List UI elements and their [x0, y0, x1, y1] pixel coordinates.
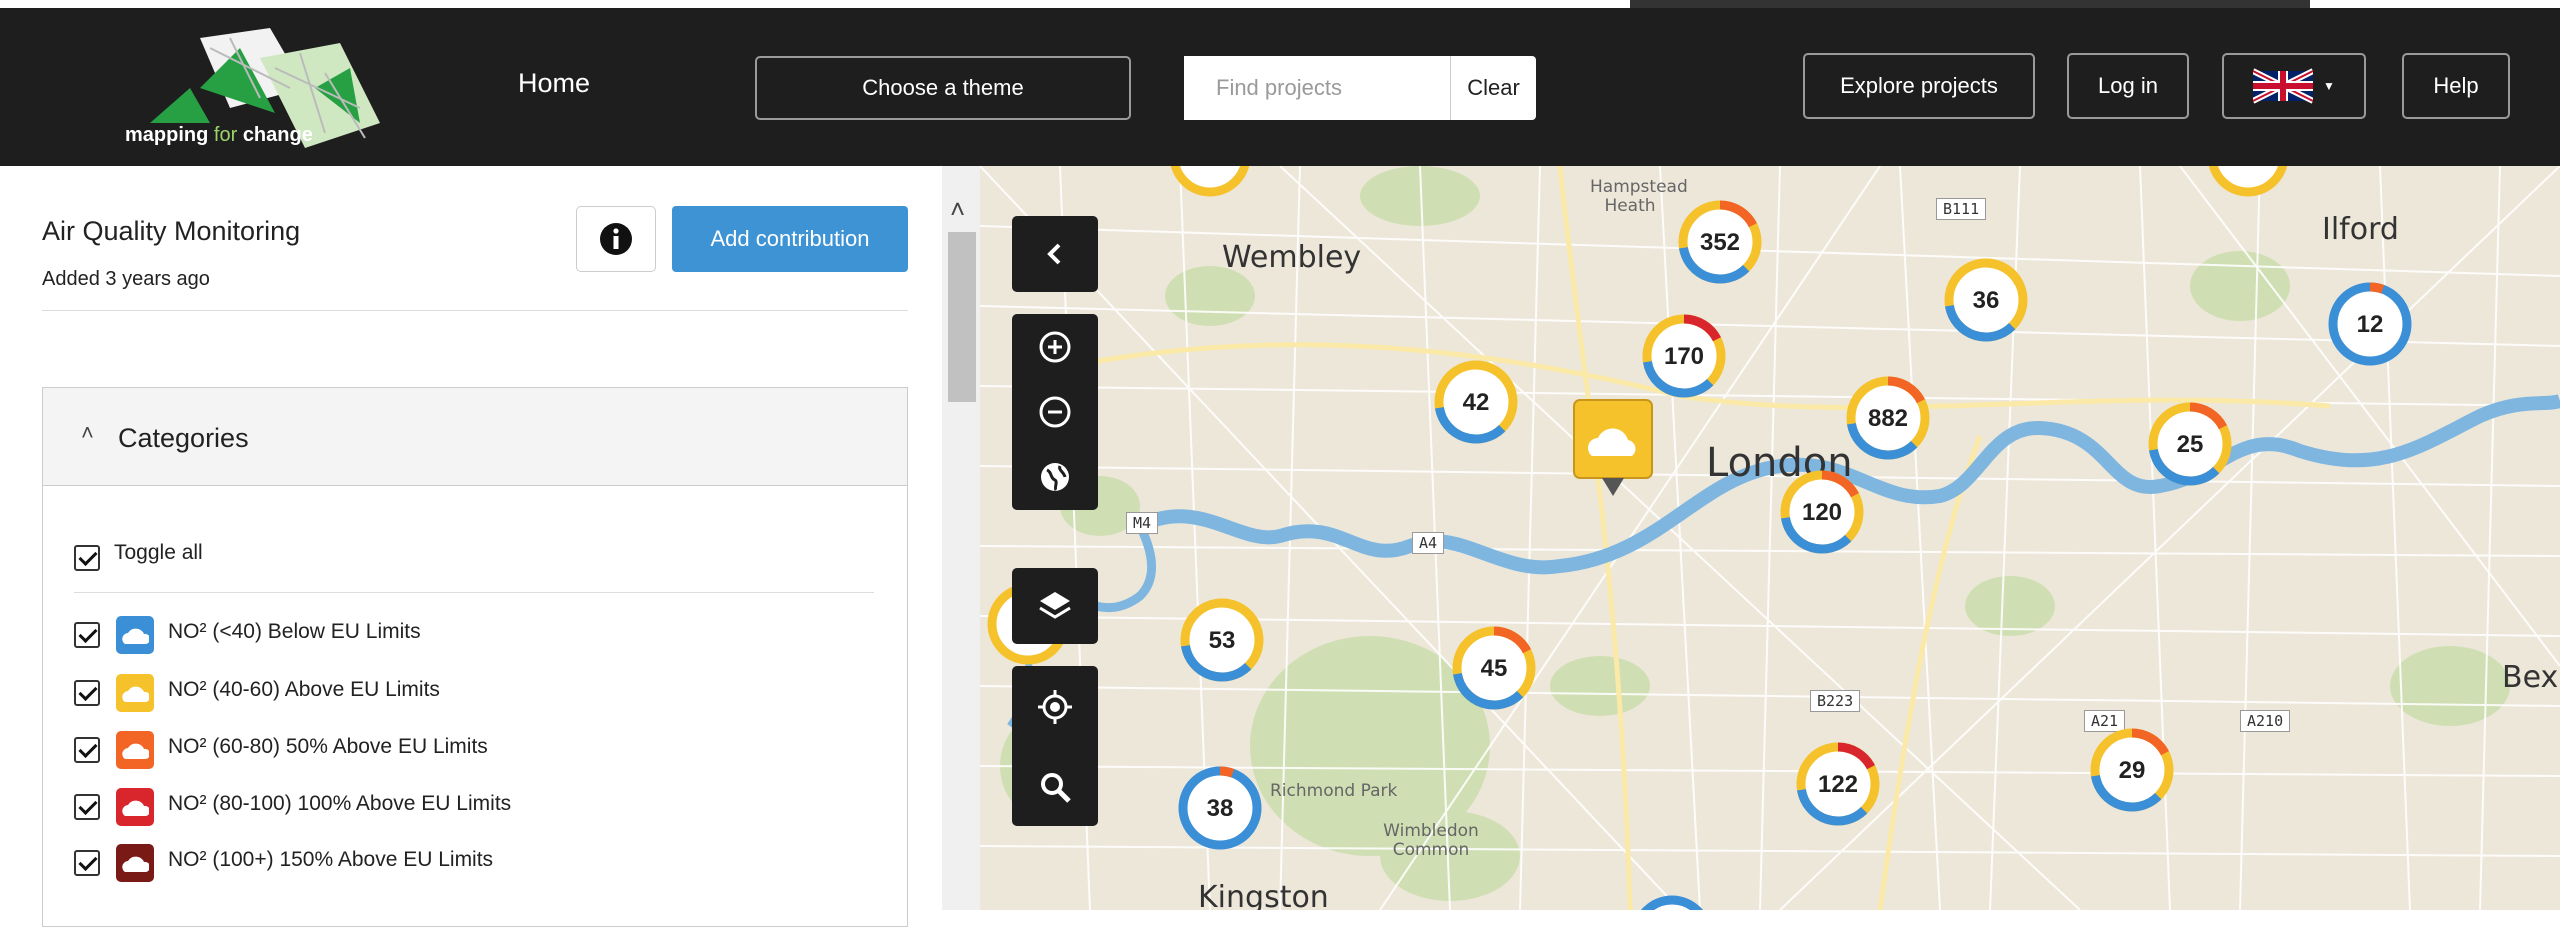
chevron-up-icon: ˄ — [81, 420, 94, 445]
category-cloud-icon — [116, 788, 154, 826]
logo-text-thin: for — [213, 124, 238, 146]
category-label: NO² (<40) Below EU Limits — [168, 620, 421, 643]
cluster-count: 882 — [1868, 405, 1908, 432]
category-label: NO² (40-60) Above EU Limits — [168, 678, 440, 701]
marker-cluster[interactable]: 122 — [1796, 742, 1880, 826]
logo-text-bold: mapping — [125, 124, 209, 146]
zoom-out-icon[interactable] — [1038, 395, 1072, 429]
marker-cluster[interactable]: 45 — [1452, 626, 1536, 710]
cluster-count: 25 — [2177, 431, 2204, 458]
cluster-count: 122 — [1818, 771, 1858, 798]
marker-cluster[interactable]: 170 — [1642, 314, 1726, 398]
home-link[interactable]: Home — [518, 68, 590, 99]
cluster-count: 53 — [1209, 627, 1236, 654]
category-checkbox[interactable] — [74, 622, 100, 648]
marker-cluster[interactable]: 12 — [2328, 282, 2412, 366]
globe-icon[interactable] — [1038, 460, 1072, 494]
divider — [42, 310, 908, 311]
zoom-in-icon[interactable] — [1038, 330, 1072, 364]
uk-flag-icon — [2253, 68, 2314, 104]
cluster-count: 12 — [2357, 311, 2384, 338]
categories-panel: ˄ Categories — [42, 387, 908, 927]
marker-cluster[interactable]: 882 — [1846, 376, 1930, 460]
marker-cluster[interactable]: 38 — [1178, 766, 1262, 850]
category-checkbox[interactable] — [74, 680, 100, 706]
login-button[interactable]: Log in — [2067, 53, 2189, 119]
help-button[interactable]: Help — [2402, 53, 2510, 119]
explore-projects-button[interactable]: Explore projects — [1803, 53, 2035, 119]
zoom-controls — [1012, 314, 1098, 510]
toggle-all-checkbox[interactable] — [74, 545, 100, 571]
caret-down-icon: ▼ — [2323, 79, 2335, 93]
category-checkbox[interactable] — [74, 794, 100, 820]
project-added-date: Added 3 years ago — [42, 268, 210, 290]
selected-marker[interactable] — [1572, 398, 1662, 508]
top-strip — [0, 0, 2560, 8]
category-checkbox[interactable] — [74, 737, 100, 763]
toggle-divider — [74, 592, 874, 593]
cluster-count: 120 — [1802, 499, 1842, 526]
marker-cluster[interactable]: 53 — [1180, 598, 1264, 682]
category-cloud-icon — [116, 616, 154, 654]
cluster-count: 38 — [1207, 795, 1234, 822]
category-cloud-icon — [116, 674, 154, 712]
marker-cluster[interactable]: 29 — [2090, 728, 2174, 812]
category-cloud-icon — [116, 731, 154, 769]
info-icon — [600, 223, 632, 255]
marker-cluster[interactable]: 42 — [1434, 360, 1518, 444]
toggle-all-label: Toggle all — [114, 541, 203, 564]
categories-header[interactable]: ˄ Categories — [43, 388, 907, 486]
cluster-layer: 352 36 12 170 42 882 25 120 53 45 122 29 38 — [1178, 200, 2412, 850]
marker-cluster[interactable]: 36 — [1944, 258, 2028, 342]
category-checkbox[interactable] — [74, 850, 100, 876]
top-strip-bar — [1630, 0, 2310, 8]
chevron-left-icon — [1047, 243, 1061, 265]
cluster-count: 36 — [1973, 287, 2000, 314]
category-cloud-icon — [116, 844, 154, 882]
search-icon[interactable] — [1038, 770, 1072, 804]
locate-icon[interactable] — [1037, 689, 1073, 725]
find-projects-input[interactable] — [1184, 56, 1451, 120]
cluster-count: 42 — [1463, 389, 1490, 416]
marker-cluster[interactable]: 120 — [1780, 470, 1864, 554]
cluster-count: 352 — [1700, 229, 1740, 256]
search-box: Clear — [1184, 56, 1536, 120]
marker-cluster[interactable]: 25 — [2148, 402, 2232, 486]
map-view[interactable]: Wembley London Ilford Bexle Kingston Ham… — [980, 166, 2560, 910]
layers-button[interactable] — [1012, 568, 1098, 644]
project-title: Air Quality Monitoring — [42, 216, 301, 246]
category-label: NO² (80-100) 100% Above EU Limits — [168, 792, 512, 815]
categories-heading: Categories — [118, 423, 249, 453]
info-button[interactable] — [576, 206, 656, 272]
language-button[interactable]: ▼ — [2222, 53, 2366, 119]
marker-cluster[interactable]: 352 — [1678, 200, 1762, 284]
cluster-count: 29 — [2119, 757, 2146, 784]
collapse-panel-button[interactable] — [1012, 216, 1098, 292]
choose-theme-button[interactable]: Choose a theme — [755, 56, 1131, 120]
location-search-controls — [1012, 666, 1098, 826]
layers-icon — [1039, 592, 1071, 619]
category-label: NO² (60-80) 50% Above EU Limits — [168, 735, 488, 758]
logo-text-end: change — [242, 124, 313, 146]
clear-button[interactable]: Clear — [1451, 56, 1536, 120]
scroll-up-icon[interactable]: ˄ — [950, 194, 965, 225]
scroll-thumb[interactable] — [948, 232, 976, 402]
cluster-count: 170 — [1664, 343, 1704, 370]
logo-wordmark: mapping for change — [125, 124, 313, 147]
category-label: NO² (100+) 150% Above EU Limits — [168, 848, 494, 871]
add-contribution-button[interactable]: Add contribution — [672, 206, 908, 272]
cluster-count: 45 — [1481, 655, 1508, 682]
